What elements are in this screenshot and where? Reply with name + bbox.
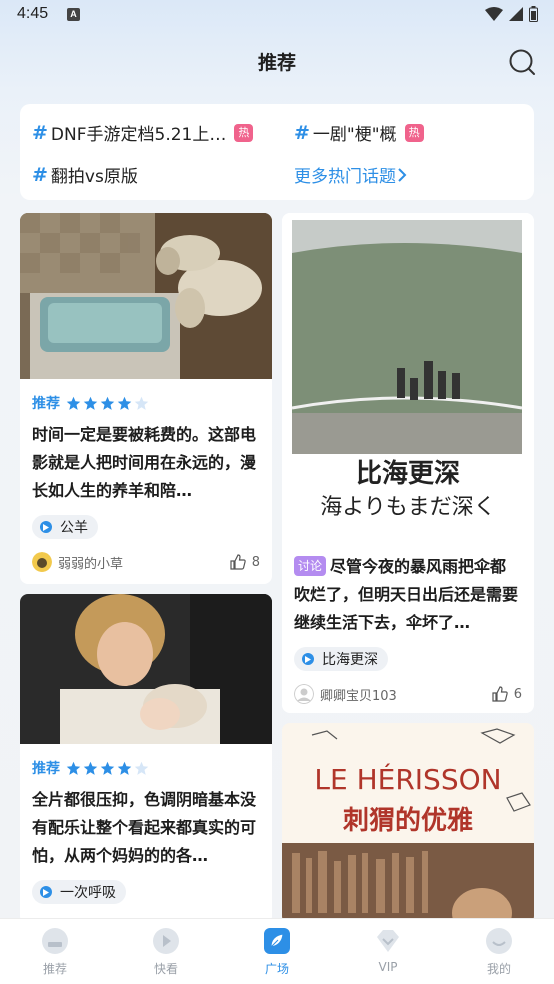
star-icon (83, 761, 98, 775)
movie-still-image (20, 594, 272, 744)
battery-icon (529, 6, 538, 22)
play-circle-icon (153, 928, 179, 954)
like-count: 6 (513, 686, 522, 702)
star-icon (100, 761, 115, 775)
topic-item[interactable]: # DNF手游定档5.21上… 热 (32, 120, 254, 145)
hot-badge: 热 (404, 123, 424, 142)
profile-icon (486, 928, 512, 954)
star-icon (66, 396, 81, 410)
topic-label: DNF手游定档5.21上… (50, 125, 227, 145)
author-name[interactable]: 弱弱的小草 (58, 553, 123, 572)
like-button[interactable]: 6 (492, 686, 522, 702)
bottom-nav: 推荐 快看 广场 VIP 我的 (0, 918, 554, 984)
movie-chip-label: 一次呼吸 (60, 885, 116, 901)
movie-poster-image: LE HÉRISSON 刺猬的优雅 (282, 723, 534, 924)
poster-title-fr: LE HÉRISSON (314, 762, 501, 796)
status-bar: 4:45 A (0, 0, 554, 30)
star-empty-icon (134, 761, 149, 775)
recommend-tag: 推荐 (32, 761, 60, 777)
movie-chip[interactable]: 公羊 (32, 515, 98, 539)
nav-tab-vip[interactable]: VIP (348, 927, 428, 974)
avatar[interactable] (294, 684, 314, 704)
thumbs-up-icon (492, 686, 508, 702)
more-topics-label: 更多热门话题 (294, 167, 396, 187)
nav-tab-mine[interactable]: 我的 (459, 927, 539, 977)
review-card[interactable]: 推荐 时间一定是要被耗费的。这部电影就是人把时间用在永远的，漫长如人生的养羊和陪… (20, 213, 272, 584)
review-text: 尽管今夜的暴风雨把伞都吹烂了，但明天日出后还是需要继续生活下去，伞坏了… (294, 557, 519, 632)
nav-tab-quick-view[interactable]: 快看 (126, 927, 206, 977)
review-text: 全片都很压抑，色调阴暗基本没有配乐让整个看起来都真实的可怕，从两个妈妈的的各… (32, 790, 257, 865)
more-topics-link[interactable]: 更多热门话题 (294, 162, 408, 187)
chevron-right-icon (398, 167, 407, 182)
topic-item[interactable]: # 翻拍vs原版 (32, 162, 138, 188)
header: 推荐 (0, 38, 554, 82)
nav-label: 我的 (486, 962, 511, 976)
topic-item[interactable]: # 一剧"梗"概 热 (294, 120, 424, 145)
hot-topics-panel: # DNF手游定档5.21上… 热 # 一剧"梗"概 热 # 翻拍vs原版 更多… (20, 104, 534, 200)
poster-title-jp: 海よりもまだ深く (320, 495, 496, 520)
page-title: 推荐 (257, 52, 296, 74)
star-icon (83, 396, 98, 410)
discuss-tag: 讨论 (294, 556, 327, 576)
star-icon (117, 396, 132, 410)
hot-badge: 热 (234, 123, 254, 142)
rating-stars (66, 761, 149, 776)
nav-tab-recommend[interactable]: 推荐 (15, 927, 95, 977)
home-icon (42, 928, 68, 954)
review-text: 时间一定是要被耗费的。这部电影就是人把时间用在永远的，漫长如人生的养羊和陪… (32, 425, 257, 500)
poster-title-cn: 比海更深 (356, 459, 460, 489)
review-card[interactable]: LE HÉRISSON 刺猬的优雅 (282, 723, 534, 924)
search-icon[interactable] (508, 48, 536, 76)
movie-chip[interactable]: 一次呼吸 (32, 880, 126, 904)
movie-chip-label: 公羊 (60, 520, 88, 536)
nav-label: 快看 (153, 962, 178, 976)
like-count: 8 (251, 554, 260, 570)
nav-label: 推荐 (42, 962, 67, 976)
hash-icon: # (32, 121, 48, 144)
status-time: 4:45 (17, 5, 49, 22)
hash-icon: # (32, 163, 48, 186)
movie-poster-image: 比海更深 (282, 213, 534, 501)
topic-label: 一剧"梗"概 (312, 125, 397, 145)
play-icon (302, 653, 314, 665)
review-card[interactable]: 推荐 全片都很压抑，色调阴暗基本没有配乐让整个看起来都真实的可怕，从两个妈妈的的… (20, 594, 272, 924)
play-icon (40, 886, 52, 898)
diamond-icon (377, 930, 399, 952)
star-icon (100, 396, 115, 410)
star-icon (66, 761, 81, 775)
play-icon (40, 521, 52, 533)
nav-label: 广场 (264, 962, 289, 976)
review-text-block: 讨论 尽管今夜的暴风雨把伞都吹烂了，但明天日出后还是需要继续生活下去，伞坏了… (294, 553, 522, 637)
rating-stars (66, 396, 149, 411)
nav-label: VIP (378, 960, 398, 974)
avatar[interactable] (32, 552, 52, 572)
movie-chip[interactable]: 比海更深 (294, 647, 388, 671)
star-icon (117, 761, 132, 775)
leaf-icon (264, 928, 290, 954)
movie-chip-label: 比海更深 (322, 652, 378, 668)
author-name[interactable]: 卿卿宝贝103 (320, 685, 397, 704)
star-empty-icon (134, 396, 149, 410)
poster-title-cn: 刺猬的优雅 (343, 805, 473, 836)
recommend-tag: 推荐 (32, 396, 60, 412)
topic-label: 翻拍vs原版 (50, 167, 138, 187)
like-button[interactable]: 8 (230, 554, 260, 570)
hash-icon: # (294, 121, 310, 144)
nav-tab-square[interactable]: 广场 (237, 927, 317, 977)
thumbs-up-icon (230, 554, 246, 570)
movie-still-image (20, 213, 272, 379)
status-icons (485, 6, 538, 22)
wifi-icon (485, 7, 503, 21)
review-card[interactable]: 比海更深 海よりもまだ深く 讨论 尽管今夜的暴风雨把伞都吹烂了，但明天日出后还是需… (282, 213, 534, 713)
notification-badge-icon: A (67, 8, 80, 21)
signal-icon (509, 7, 523, 21)
